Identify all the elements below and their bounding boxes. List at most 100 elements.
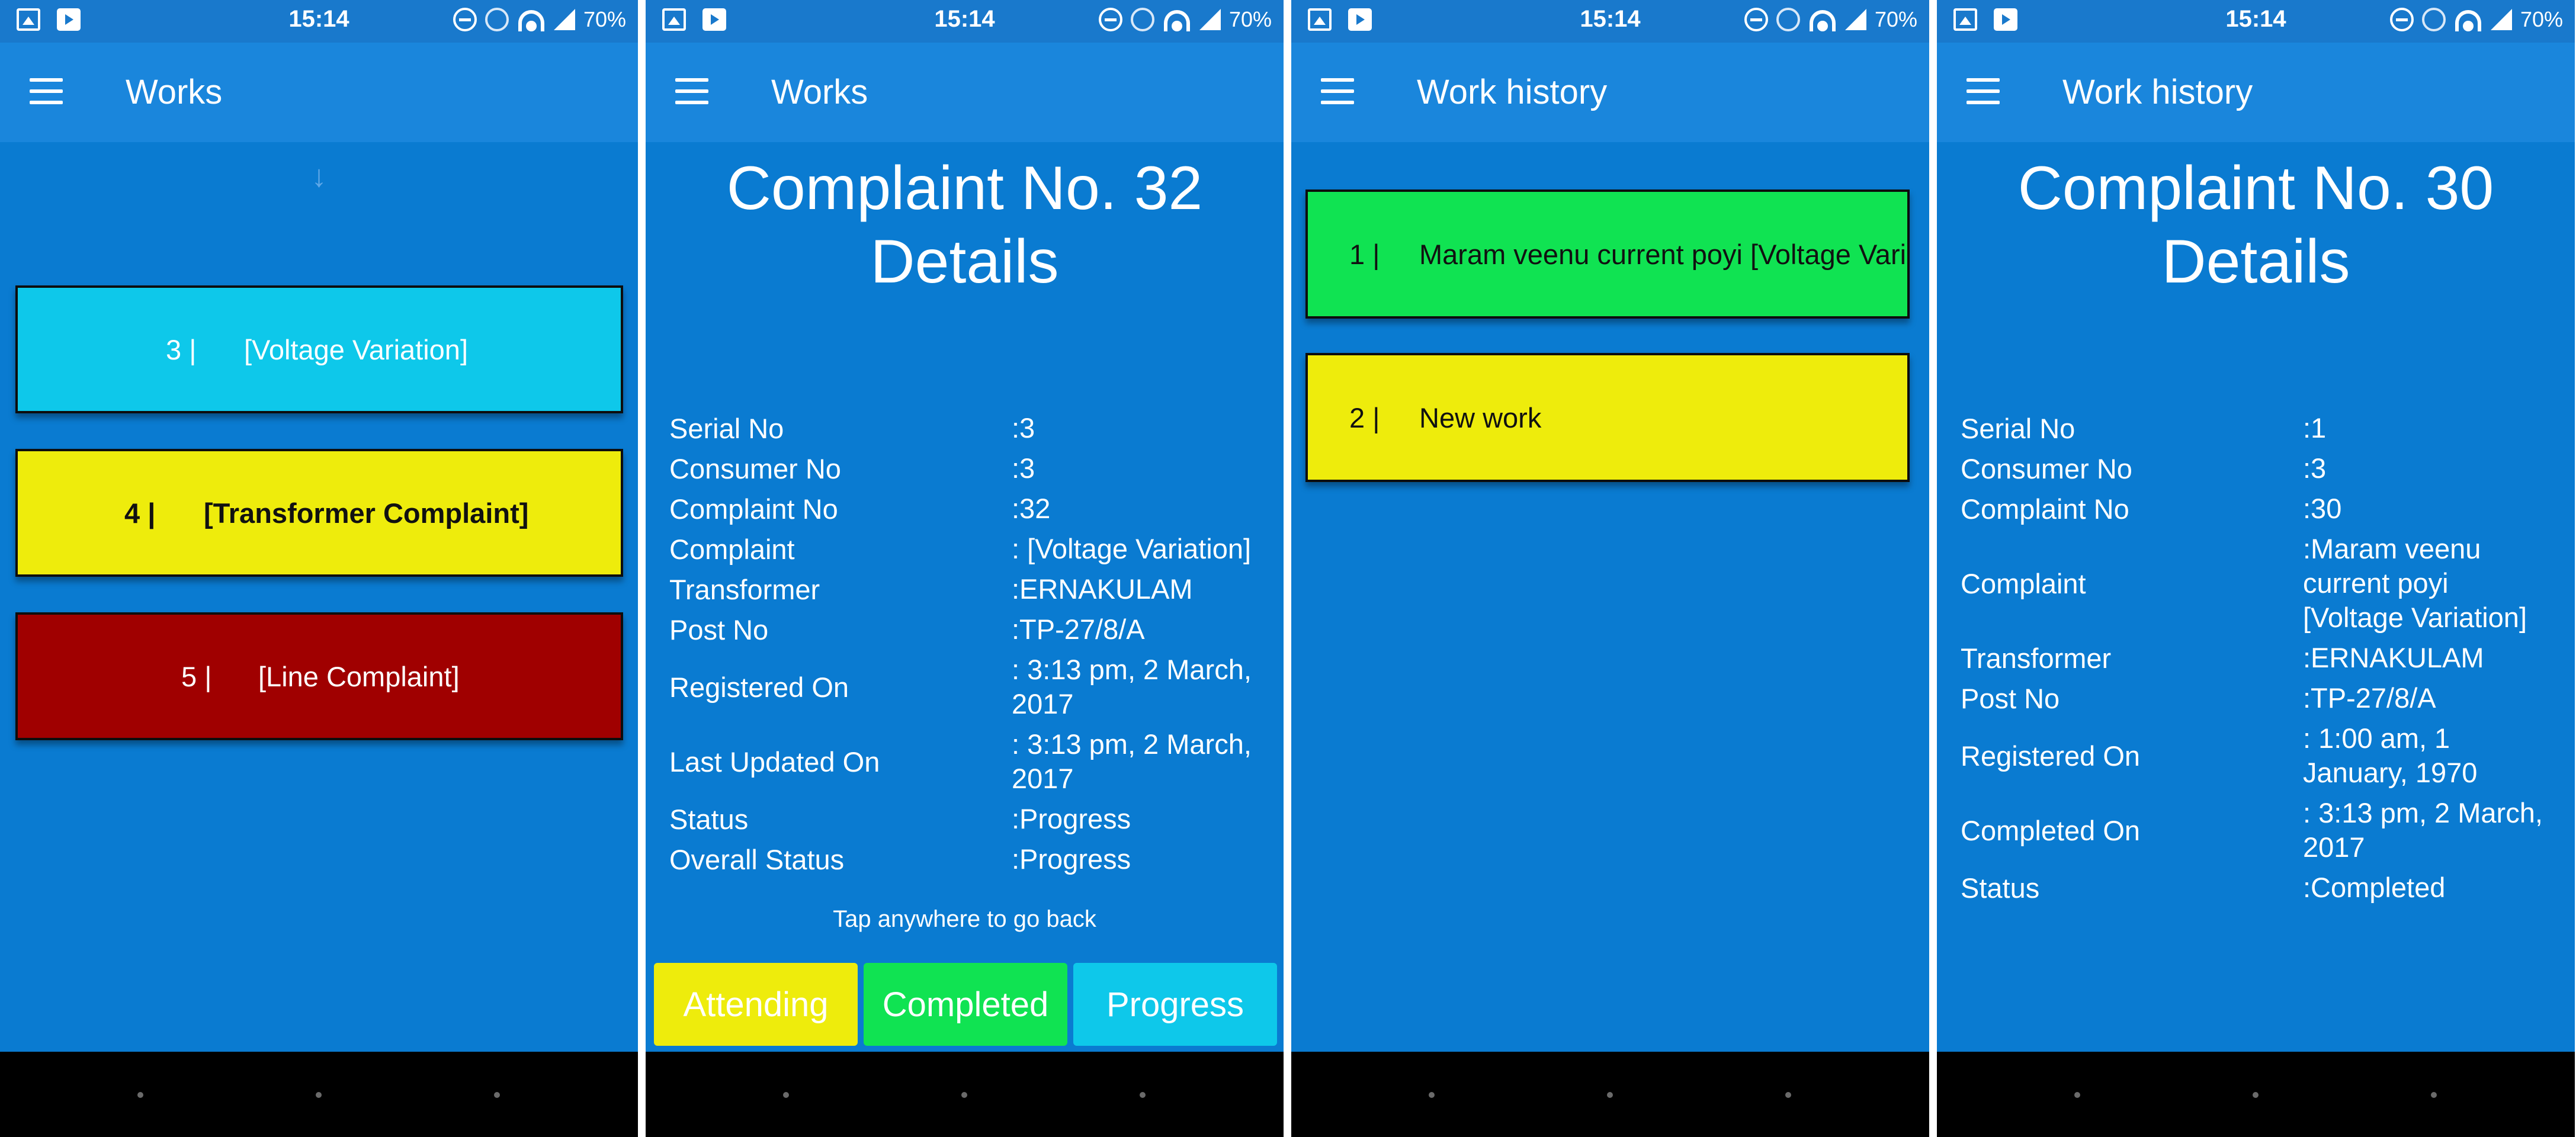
work-item-3[interactable]: 3 | [Voltage Variation] [15,285,623,413]
detail-value: : 3:13 pm, 2 March, 2017 [1012,728,1252,794]
nav-recents-button[interactable] [1140,1092,1146,1098]
detail-key: Serial No [669,412,784,444]
page-title: Works [771,73,868,111]
history-item-number: 2 | [1349,402,1380,433]
hamburger-menu-icon[interactable] [675,78,708,104]
cell-signal-icon [1844,9,1866,30]
hamburger-menu-icon[interactable] [30,78,63,104]
detail-value: :ERNAKULAM [1012,573,1193,605]
cell-signal-icon [553,9,575,30]
nav-home-button[interactable] [316,1092,322,1098]
detail-key: Complaint No [1961,493,2129,525]
do-not-disturb-icon [1098,8,1122,31]
details-table: Serial No:1 Consumer No:3 Complaint No:3… [1961,411,2553,911]
app-bar: Work history [1291,43,1929,142]
detail-value: :TP-27/8/A [1012,614,1145,645]
detail-row-transformer: Transformer :ERNAKULAM [1961,641,2553,675]
detail-key: Serial No [1961,412,2075,444]
history-details-screen[interactable]: 15:14 70% Work history Complaint No. 30 … [1937,0,2575,1137]
hamburger-menu-icon[interactable] [1967,78,2000,104]
detail-row-complaint: Complaint: [Voltage Variation] [669,532,1262,566]
detail-row-completed-on: Completed On: 3:13 pm, 2 March, 2017 [1961,796,2553,865]
detail-key: Complaint No [669,493,838,525]
work-item-label: [Voltage Variation] [244,333,468,365]
detail-value: :TP-27/8/A [2303,682,2436,714]
hamburger-menu-icon[interactable] [1321,78,1354,104]
detail-value: :Progress [1012,803,1131,834]
work-item-number: 3 | [166,333,197,365]
work-item-number: 4 | [124,497,156,529]
status-bar: 15:14 70% [646,0,1284,43]
wifi-icon [517,8,546,31]
detail-value: :1 [2303,412,2327,444]
status-right-icons: 70% [1098,7,1272,32]
tap-to-go-back-hint: Tap anywhere to go back [833,906,1096,932]
nav-back-button[interactable] [137,1092,143,1098]
navigation-bar [0,1052,638,1137]
detail-key: Consumer No [669,452,841,484]
battery-level: 70% [583,7,626,31]
nav-recents-button[interactable] [494,1092,500,1098]
detail-value: :32 [1012,493,1051,524]
nav-back-button[interactable] [1429,1092,1435,1098]
completed-button[interactable]: Completed [864,963,1067,1046]
work-item-4[interactable]: 4 | [Transformer Complaint] [15,449,623,577]
detail-value: :Progress [1012,843,1131,875]
details-heading: Complaint No. 30 Details [1937,152,2575,298]
nav-back-button[interactable] [783,1092,789,1098]
details-table: Serial No :3 Consumer No :3 Complaint No :3… [669,411,1262,882]
detail-row-post-no: Post No:TP-27/8/A [1961,681,2553,715]
app-bar: Works [0,43,638,142]
app-bar: Work history [1937,43,2575,142]
history-item-2[interactable]: 2 | New work [1305,353,1910,482]
do-not-disturb-icon [453,8,477,31]
page-title: Work history [2062,73,2253,111]
detail-key: Transformer [1961,642,2112,674]
nav-recents-button[interactable] [2431,1092,2437,1098]
cell-signal-icon [1199,9,1221,30]
nav-home-button[interactable] [2253,1092,2259,1098]
complaint-details-screen[interactable]: 15:14 70% Works Complaint No. 32 Details… [646,0,1284,1137]
detail-row-transformer: Transformer:ERNAKULAM [669,572,1262,606]
detail-key: Complaint [669,533,795,565]
detail-row-serial-no: Serial No :1 [1961,411,2553,445]
navigation-bar [1937,1052,2575,1137]
details-heading: Complaint No. 32 Details [646,152,1284,298]
navigation-bar [646,1052,1284,1137]
status-bar: 15:14 70% [1937,0,2575,43]
history-item-1[interactable]: 1 | Maram veenu current poyi [Voltage Va… [1305,190,1910,319]
wifi-icon [1808,8,1837,31]
detail-row-last-updated-on: Last Updated On: 3:13 pm, 2 March, 2017 [669,727,1262,796]
attending-button[interactable]: Attending [654,963,858,1046]
detail-value: :ERNAKULAM [2303,642,2484,673]
alarm-icon [1130,8,1154,31]
detail-row-complaint-no: Complaint No :32 [669,492,1262,526]
history-item-label: Maram veenu current poyi [Voltage Variat… [1419,238,1907,270]
progress-button[interactable]: Progress [1073,963,1277,1046]
nav-recents-button[interactable] [1785,1092,1791,1098]
work-item-label: [Transformer Complaint] [204,497,529,529]
wifi-icon [2454,8,2482,31]
detail-value: :Completed [2303,872,2446,903]
detail-value: : 3:13 pm, 2 March, 2017 [2303,797,2543,863]
alarm-icon [2421,8,2446,31]
nav-back-button[interactable] [2074,1092,2080,1098]
detail-row-serial-no: Serial No :3 [669,411,1262,445]
detail-value: :Maram veenu current poyi [Voltage Varia… [2303,533,2527,633]
detail-value: :3 [1012,412,1035,444]
work-item-5[interactable]: 5 | [Line Complaint] [15,612,623,740]
detail-value: :3 [1012,452,1035,484]
battery-level: 70% [1228,7,1272,31]
nav-home-button[interactable] [961,1092,967,1098]
detail-key: Registered On [1961,740,2141,772]
page-title: Work history [1417,73,1608,111]
pull-to-refresh-arrow-icon: ↓ [311,159,327,194]
details-heading-line2: Details [2161,227,2350,296]
detail-row-status: Status:Progress [669,802,1262,836]
nav-home-button[interactable] [1607,1092,1613,1098]
detail-key: Overall Status [669,843,845,875]
detail-row-complaint: Complaint :Maram veenu current poyi [Volt… [1961,532,2553,635]
detail-key: Complaint [1961,567,2086,599]
detail-row-registered-on: Registered On: 3:13 pm, 2 March, 2017 [669,653,1262,721]
details-heading-line2: Details [870,227,1059,296]
